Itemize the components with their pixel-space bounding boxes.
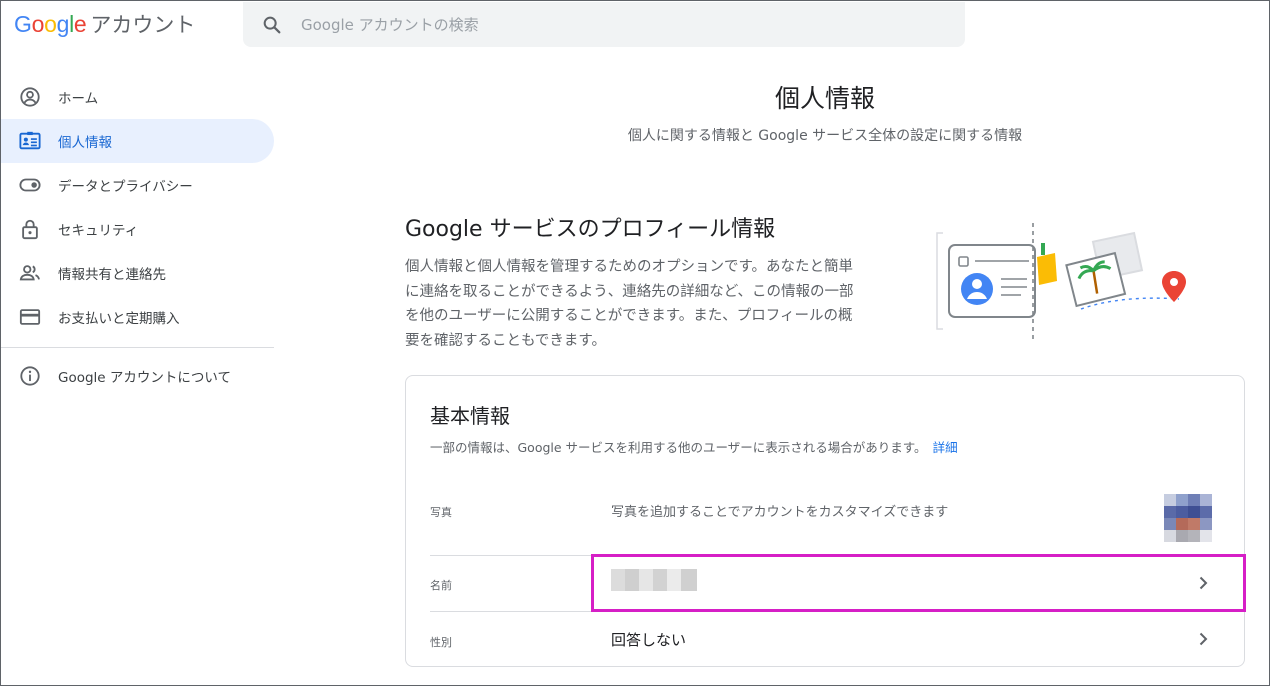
name-label: 名前 — [430, 579, 452, 592]
name-blurred — [611, 569, 697, 591]
gender-row[interactable]: 性別 回答しない — [430, 612, 1224, 666]
chevron-right-icon — [1199, 576, 1208, 590]
sidebar-divider — [1, 347, 274, 348]
search-bar[interactable] — [243, 2, 965, 47]
sidebar-nav: ホーム 個人情報 データとプライバシー セキュリティ 情報共有と連絡先 お支払い… — [1, 75, 274, 398]
people-icon — [19, 262, 41, 284]
avatar[interactable] — [1156, 490, 1220, 546]
chevron-right-icon — [1199, 632, 1208, 646]
card-title: 基本情報 — [430, 404, 510, 428]
id-card-icon — [19, 130, 41, 152]
section-description: 個人情報と個人情報を管理するためのオプションです。あなたと簡単に連絡を取ることが… — [405, 259, 854, 349]
sidebar-item-label: ホーム — [58, 91, 99, 107]
sidebar-item-label: データとプライバシー — [58, 179, 193, 195]
sidebar-item-label: Google アカウントについて — [58, 370, 231, 386]
gender-label: 性別 — [430, 636, 452, 649]
sidebar-item-home[interactable]: ホーム — [1, 75, 274, 119]
page-subtitle: 個人に関する情報と Google サービス全体の設定に関する情報 — [627, 128, 1023, 144]
basic-info-card: 基本情報 一部の情報は、Google サービスを利用する他のユーザーに表示される… — [405, 375, 1245, 667]
gender-value: 回答しない — [611, 631, 687, 649]
google-logo-text: Google — [14, 11, 87, 37]
page-title: 個人情報 — [774, 84, 875, 113]
sidebar-item-sharing-contacts[interactable]: 情報共有と連絡先 — [1, 251, 274, 295]
photo-row[interactable]: 写真 写真を追加することでアカウントをカスタマイズできます — [430, 484, 1224, 554]
google-account-logo[interactable]: Google アカウント — [14, 9, 195, 39]
sidebar-item-about[interactable]: Google アカウントについて — [1, 354, 274, 398]
search-icon[interactable] — [261, 14, 283, 36]
sidebar-item-security[interactable]: セキュリティ — [1, 207, 274, 251]
learn-more-link[interactable]: 詳細 — [933, 440, 958, 455]
sidebar-item-label: 個人情報 — [58, 135, 112, 151]
account-circle-icon — [19, 86, 41, 108]
lock-icon — [19, 218, 41, 240]
photo-label: 写真 — [430, 506, 452, 519]
card-note-text: 一部の情報は、Google サービスを利用する他のユーザーに表示される場合があり… — [430, 440, 927, 455]
info-icon — [19, 365, 41, 387]
toggle-icon — [19, 174, 41, 196]
sidebar-item-payments[interactable]: お支払いと定期購入 — [1, 295, 274, 339]
name-row[interactable]: 名前 — [430, 556, 1224, 611]
sidebar-item-personal-info[interactable]: 個人情報 — [1, 119, 274, 163]
search-input[interactable] — [301, 15, 901, 34]
sidebar-item-data-privacy[interactable]: データとプライバシー — [1, 163, 274, 207]
sidebar-item-label: セキュリティ — [58, 223, 139, 239]
sidebar-item-label: 情報共有と連絡先 — [58, 267, 166, 283]
sidebar-item-label: お支払いと定期購入 — [58, 311, 180, 327]
page-frame: Google アカウント ホーム 個人情報 データとプライバシー — [0, 0, 1270, 686]
photo-value: 写真を追加することでアカウントをカスタマイズできます — [611, 505, 949, 520]
section-title: Google サービスのプロフィール情報 — [405, 217, 776, 242]
card-note: 一部の情報は、Google サービスを利用する他のユーザーに表示される場合があり… — [430, 437, 958, 456]
credit-card-icon — [19, 306, 41, 328]
product-name: アカウント — [90, 13, 196, 37]
profile-illustration — [936, 223, 1186, 339]
